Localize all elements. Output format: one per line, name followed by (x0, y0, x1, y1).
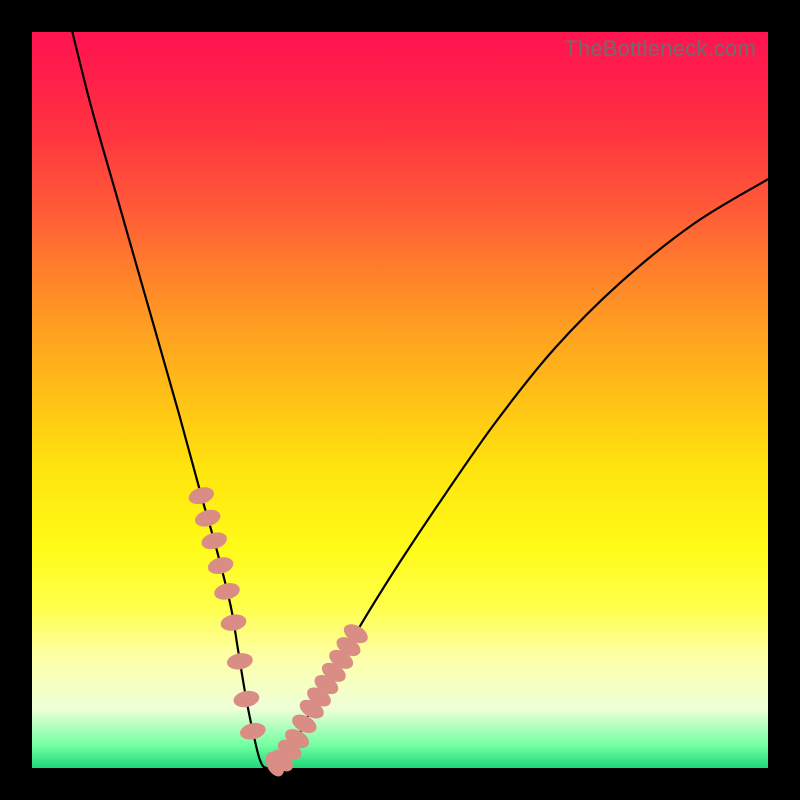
curve-marker (200, 530, 229, 552)
curve-marker (232, 689, 260, 709)
curve-marker (206, 555, 235, 577)
curve-marker (238, 721, 267, 742)
plot-area: TheBottleneck.com (32, 32, 768, 768)
curve-marker (193, 507, 222, 530)
curve-marker (219, 612, 247, 632)
curve-marker (187, 484, 216, 506)
marker-cluster (187, 484, 371, 779)
bottleneck-curve (69, 17, 768, 768)
curve-marker (226, 651, 254, 671)
chart-frame: TheBottleneck.com (0, 0, 800, 800)
curve-layer (32, 32, 768, 768)
curve-marker (212, 581, 241, 603)
